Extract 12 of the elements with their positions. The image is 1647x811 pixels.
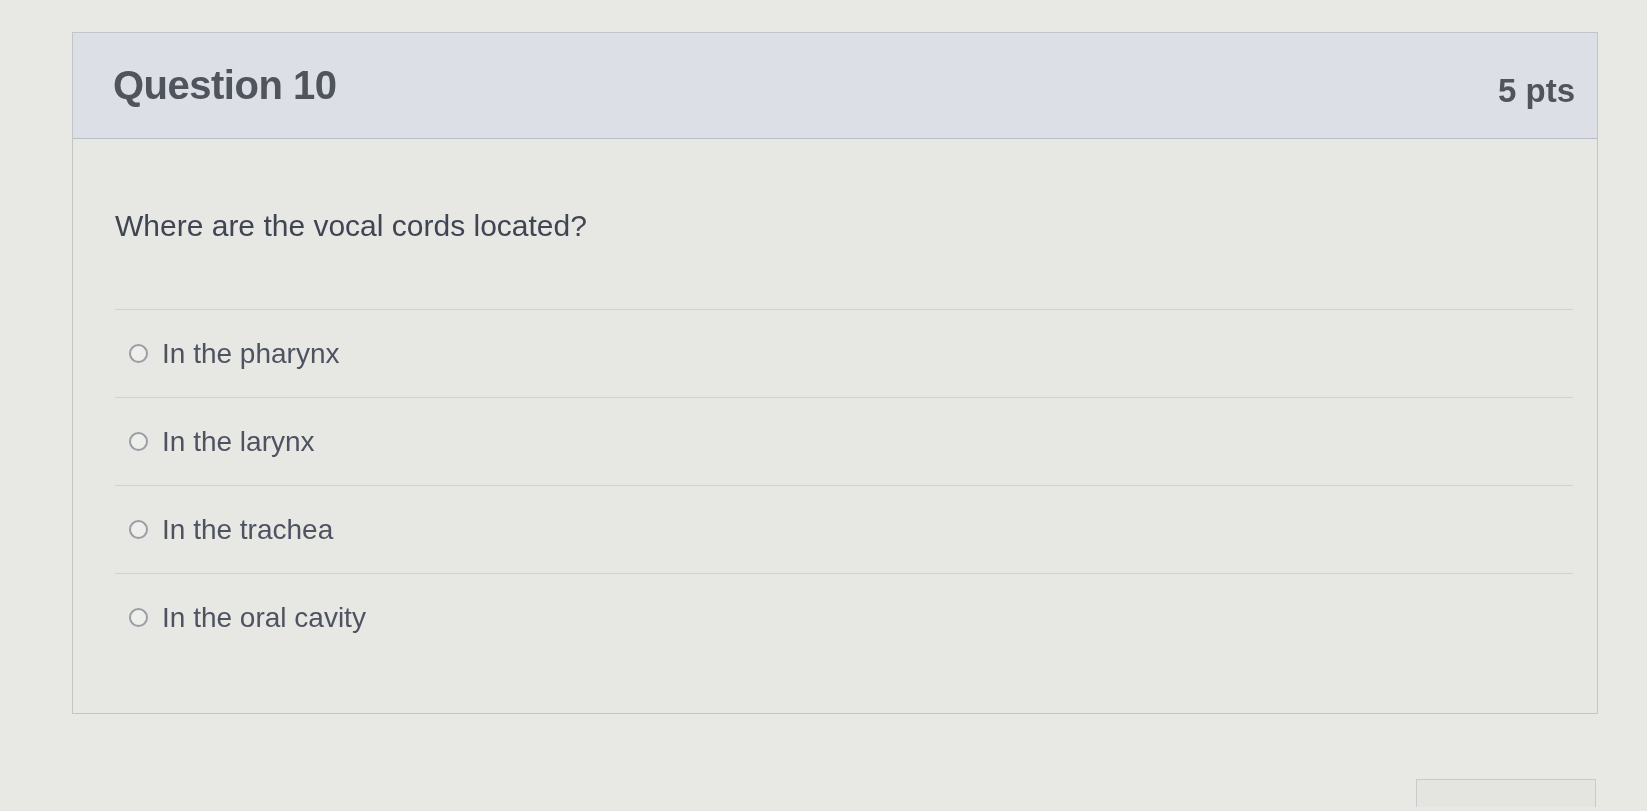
answer-label[interactable]: In the larynx — [162, 425, 315, 458]
radio-button[interactable] — [129, 520, 148, 539]
radio-button[interactable] — [129, 432, 148, 451]
radio-button[interactable] — [129, 608, 148, 627]
question-title: Question 10 — [113, 63, 337, 108]
question-points: 5 pts — [1497, 71, 1575, 110]
question-text: Where are the vocal cords located? — [115, 209, 588, 243]
radio-button[interactable] — [129, 344, 148, 363]
answer-label[interactable]: In the pharynx — [162, 337, 340, 370]
answer-label[interactable]: In the oral cavity — [162, 601, 366, 634]
answer-label[interactable]: In the trachea — [162, 513, 334, 546]
button[interactable] — [1416, 779, 1596, 807]
